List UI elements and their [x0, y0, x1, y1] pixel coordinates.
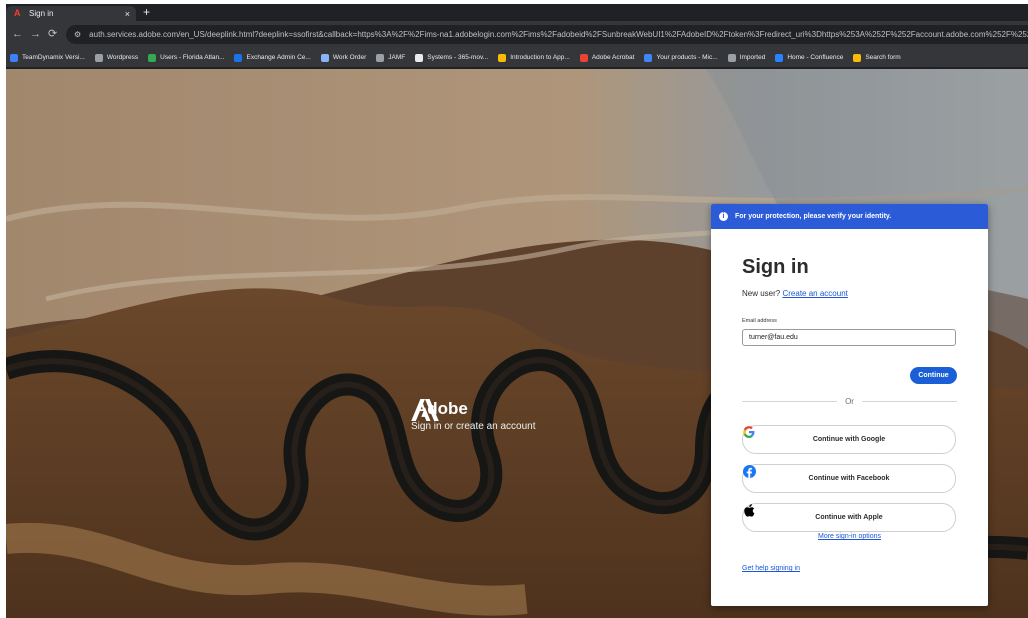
- brand-tagline: Sign in or create an account: [411, 421, 536, 432]
- google-button-label: Continue with Google: [812, 436, 886, 443]
- work-order-icon: [320, 53, 329, 62]
- exchange-icon: [234, 53, 243, 62]
- identity-banner: i For your protection, please verify you…: [711, 204, 988, 229]
- teamdynamix-icon: [10, 53, 18, 62]
- folder-icon: [727, 53, 736, 62]
- bookmark-item[interactable]: TeamDynamix Versi...: [10, 53, 85, 62]
- bookmark-label: Work Order: [332, 54, 367, 61]
- confluence-icon: [775, 53, 784, 62]
- bookmarks-bar: TeamDynamix Versi... Wordpress Users - Flo…: [6, 48, 1028, 68]
- wordpress-icon: [94, 53, 103, 62]
- bookmark-label: Exchange Admin Ce...: [246, 54, 311, 61]
- forward-icon[interactable]: →: [30, 28, 41, 40]
- facebook-icon: [743, 465, 756, 478]
- bookmark-item[interactable]: Search form: [853, 53, 901, 62]
- bookmark-label: Introduction to App...: [510, 54, 570, 61]
- create-account-link[interactable]: Create an account: [782, 289, 847, 298]
- bookmark-item[interactable]: Work Order: [320, 53, 367, 62]
- bookmark-label: Wordpress: [106, 54, 139, 61]
- intro-icon: [498, 53, 507, 62]
- users-icon: [148, 53, 157, 62]
- adobe-favicon-icon: A: [14, 8, 21, 18]
- browser-toolbar: ← → ⟳ ⚙ auth.services.adobe.com/en_US/de…: [6, 21, 1028, 48]
- bookmark-item[interactable]: Imported: [727, 53, 766, 62]
- address-bar[interactable]: ⚙ auth.services.adobe.com/en_US/deeplink…: [66, 25, 1028, 44]
- or-text: Or: [845, 396, 854, 406]
- info-icon: i: [719, 212, 728, 221]
- bookmark-label: Home - Confluence: [787, 54, 844, 61]
- bookmark-label: Imported: [739, 54, 766, 61]
- bookmark-item[interactable]: JAMF: [376, 53, 406, 62]
- search-form-icon: [853, 53, 862, 62]
- or-divider: Or: [742, 396, 958, 406]
- bookmark-item[interactable]: Adobe Acrobat: [579, 53, 635, 62]
- bookmark-item[interactable]: Wordpress: [94, 53, 139, 62]
- new-tab-button[interactable]: +: [143, 6, 150, 18]
- new-user-row: New user? Create an account: [742, 289, 957, 298]
- tab-strip: A Sign in × +: [6, 4, 1028, 21]
- site-info-icon[interactable]: ⚙: [74, 30, 81, 39]
- get-help-signing-in-link[interactable]: Get help signing in: [742, 565, 800, 572]
- bookmark-label: Your products - Mic...: [656, 54, 718, 61]
- email-label: Email address: [742, 318, 777, 324]
- email-field[interactable]: turner@fau.edu: [742, 329, 956, 346]
- facebook-button-label: Continue with Facebook: [808, 475, 890, 482]
- bookmark-label: TeamDynamix Versi...: [22, 54, 85, 61]
- banner-text: For your protection, please verify your …: [735, 213, 892, 220]
- continue-with-facebook-button[interactable]: Continue with Facebook: [742, 464, 956, 493]
- tab-close-icon[interactable]: ×: [125, 9, 130, 19]
- bookmark-label: Users - Florida Atlan...: [160, 54, 225, 61]
- acrobat-icon: [579, 53, 588, 62]
- bookmark-label: JAMF: [388, 54, 406, 61]
- apple-button-label: Continue with Apple: [815, 514, 883, 521]
- google-icon: [743, 426, 755, 438]
- jamf-icon: [376, 53, 385, 62]
- bookmark-label: Systems - 365-mov...: [427, 54, 489, 61]
- bookmark-item[interactable]: Home - Confluence: [775, 53, 844, 62]
- divider-line: [742, 400, 838, 402]
- bookmark-item[interactable]: Users - Florida Atlan...: [148, 53, 225, 62]
- apple-icon: [744, 504, 755, 517]
- sign-in-page: Adobe Sign in or create an account i For…: [6, 69, 1028, 618]
- new-user-text: New user?: [742, 289, 781, 298]
- tab-sign-in[interactable]: A Sign in ×: [6, 6, 136, 21]
- reload-icon[interactable]: ⟳: [48, 28, 57, 40]
- adobe-branding: Adobe Sign in or create an account: [411, 399, 551, 432]
- back-icon[interactable]: ←: [12, 28, 23, 40]
- bookmark-item[interactable]: Introduction to App...: [498, 53, 570, 62]
- more-sign-in-options-link[interactable]: More sign-in options: [711, 533, 988, 540]
- bookmark-label: Adobe Acrobat: [591, 54, 635, 61]
- bookmark-item[interactable]: Systems - 365-mov...: [415, 53, 489, 62]
- bookmark-label: Search form: [865, 54, 901, 61]
- bookmark-item[interactable]: Your products - Mic...: [644, 53, 718, 62]
- bookmark-item[interactable]: Exchange Admin Ce...: [234, 53, 311, 62]
- sign-in-heading: Sign in: [742, 256, 809, 278]
- continue-with-apple-button[interactable]: Continue with Apple: [742, 503, 956, 532]
- microsoft-icon: [644, 53, 653, 62]
- divider-line: [861, 400, 958, 402]
- adobe-logo-icon: [411, 399, 439, 421]
- systems-icon: [415, 53, 424, 62]
- continue-button[interactable]: Continue: [910, 367, 957, 384]
- tab-title: Sign in: [29, 9, 54, 18]
- browser-window: A Sign in × + ← → ⟳ ⚙ auth.services.adob…: [6, 4, 1028, 618]
- url-text: auth.services.adobe.com/en_US/deeplink.h…: [89, 30, 1028, 39]
- sign-in-card: i For your protection, please verify you…: [711, 204, 988, 606]
- continue-with-google-button[interactable]: Continue with Google: [742, 425, 956, 454]
